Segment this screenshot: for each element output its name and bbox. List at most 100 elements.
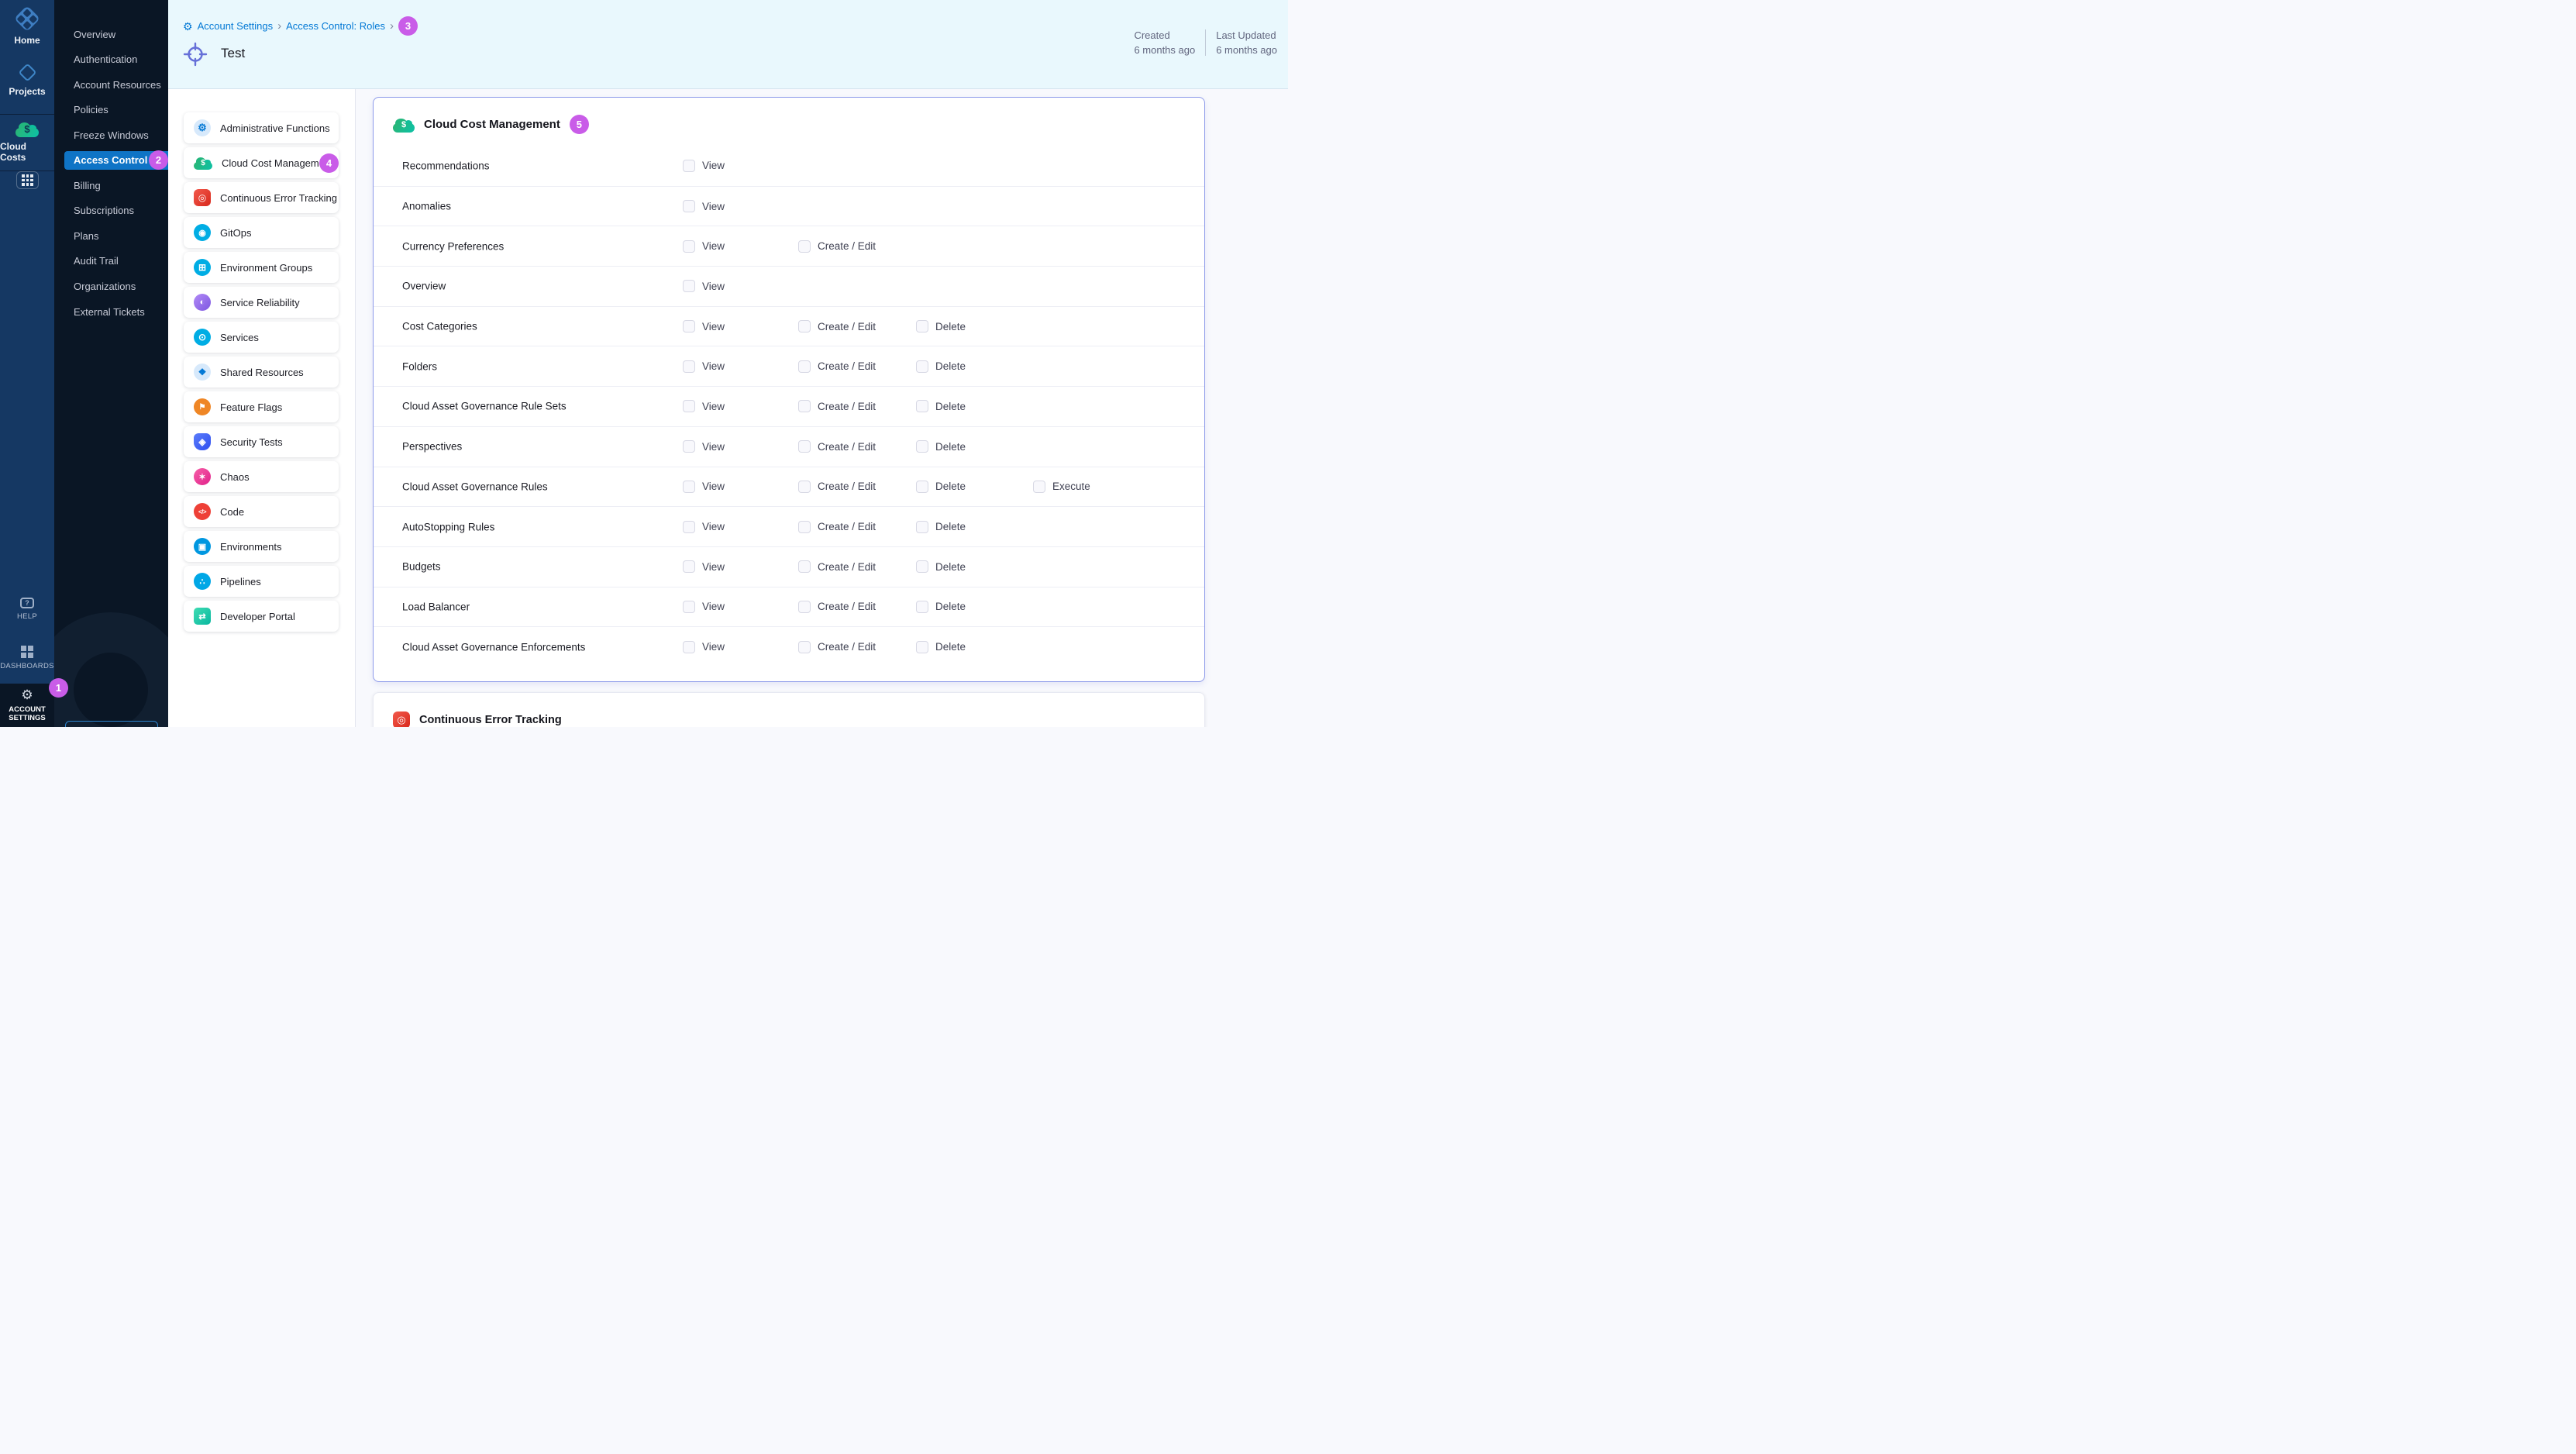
checkbox-icon[interactable]	[1033, 481, 1045, 493]
account-settings-section[interactable]: ⚙ ACCOUNT SETTINGS	[0, 684, 54, 727]
module-card-gitops[interactable]: ◉GitOps	[184, 217, 339, 248]
overview-view-checkbox[interactable]: View	[683, 280, 725, 292]
checkbox-icon[interactable]	[916, 360, 928, 373]
sidebar-item-policies[interactable]: Policies	[64, 101, 168, 119]
folders-create-edit-checkbox[interactable]: Create / Edit	[798, 360, 876, 373]
module-card-code[interactable]: </>Code	[184, 496, 339, 527]
cloud-asset-governance-rules-view-checkbox[interactable]: View	[683, 481, 725, 493]
cloud-asset-governance-rules-create-edit-checkbox[interactable]: Create / Edit	[798, 481, 876, 493]
cost-categories-create-edit-checkbox[interactable]: Create / Edit	[798, 320, 876, 332]
checkbox-icon[interactable]	[798, 521, 811, 533]
rail-item-cloud-costs[interactable]: $ Cloud Costs	[0, 121, 54, 163]
cloud-asset-governance-rule-sets-view-checkbox[interactable]: View	[683, 400, 725, 412]
perspectives-delete-checkbox[interactable]: Delete	[916, 440, 966, 453]
autostopping-rules-delete-checkbox[interactable]: Delete	[916, 521, 966, 533]
checkbox-icon[interactable]	[683, 481, 695, 493]
cost-categories-delete-checkbox[interactable]: Delete	[916, 320, 966, 332]
checkbox-icon[interactable]	[798, 400, 811, 412]
checkbox-icon[interactable]	[683, 360, 695, 373]
checkbox-icon[interactable]	[798, 440, 811, 453]
cloud-asset-governance-rules-execute-checkbox[interactable]: Execute	[1033, 481, 1090, 493]
anomalies-view-checkbox[interactable]: View	[683, 200, 725, 212]
recommendations-view-checkbox[interactable]: View	[683, 160, 725, 172]
sidebar-item-organizations[interactable]: Organizations	[64, 277, 168, 296]
module-card-shared-resources[interactable]: ❖Shared Resources	[184, 357, 339, 388]
checkbox-icon[interactable]	[683, 320, 695, 332]
currency-preferences-view-checkbox[interactable]: View	[683, 240, 725, 253]
currency-preferences-create-edit-checkbox[interactable]: Create / Edit	[798, 240, 876, 253]
checkbox-icon[interactable]	[916, 400, 928, 412]
cloud-asset-governance-enforcements-create-edit-checkbox[interactable]: Create / Edit	[798, 641, 876, 653]
sidebar-item-plans[interactable]: Plans	[64, 227, 168, 246]
module-card-administrative-functions[interactable]: ⚙Administrative Functions	[184, 112, 339, 143]
checkbox-icon[interactable]	[683, 521, 695, 533]
checkbox-icon[interactable]	[798, 481, 811, 493]
module-card-service-reliability[interactable]: ◐Service Reliability	[184, 287, 339, 318]
perspectives-view-checkbox[interactable]: View	[683, 440, 725, 453]
checkbox-icon[interactable]	[683, 601, 695, 613]
sidebar-item-authentication[interactable]: Authentication	[64, 50, 168, 69]
module-card-continuous-error-tracking[interactable]: ◎Continuous Error Tracking	[184, 182, 339, 213]
checkbox-icon[interactable]	[798, 560, 811, 573]
budgets-delete-checkbox[interactable]: Delete	[916, 560, 966, 573]
rail-item-home[interactable]: Home	[0, 6, 54, 46]
checkbox-icon[interactable]	[683, 280, 695, 292]
budgets-create-edit-checkbox[interactable]: Create / Edit	[798, 560, 876, 573]
rail-item-help[interactable]: ? HELP	[0, 598, 54, 621]
checkbox-icon[interactable]	[916, 601, 928, 613]
cloud-asset-governance-rule-sets-create-edit-checkbox[interactable]: Create / Edit	[798, 400, 876, 412]
sidebar-item-billing[interactable]: Billing	[64, 177, 168, 195]
cloud-asset-governance-enforcements-view-checkbox[interactable]: View	[683, 641, 725, 653]
perspectives-create-edit-checkbox[interactable]: Create / Edit	[798, 440, 876, 453]
checkbox-icon[interactable]	[916, 481, 928, 493]
checkbox-icon[interactable]	[916, 560, 928, 573]
module-picker-button[interactable]	[16, 171, 39, 189]
cloud-asset-governance-rules-delete-checkbox[interactable]: Delete	[916, 481, 966, 493]
module-card-feature-flags[interactable]: ⚑Feature Flags	[184, 391, 339, 422]
checkbox-icon[interactable]	[683, 440, 695, 453]
sidebar-item-freeze-windows[interactable]: Freeze Windows	[64, 126, 168, 145]
folders-view-checkbox[interactable]: View	[683, 360, 725, 373]
sidebar-item-overview[interactable]: Overview	[64, 26, 168, 44]
budgets-view-checkbox[interactable]: View	[683, 560, 725, 573]
checkbox-icon[interactable]	[683, 560, 695, 573]
module-card-environment-groups[interactable]: ⊞Environment Groups	[184, 252, 339, 283]
checkbox-icon[interactable]	[798, 360, 811, 373]
autostopping-rules-create-edit-checkbox[interactable]: Create / Edit	[798, 521, 876, 533]
module-card-chaos[interactable]: ✶Chaos	[184, 461, 339, 492]
rail-item-projects[interactable]: Projects	[0, 62, 54, 97]
module-card-security-tests[interactable]: ◈Security Tests	[184, 426, 339, 457]
checkbox-icon[interactable]	[683, 400, 695, 412]
sidebar-item-account-resources[interactable]: Account Resources	[64, 76, 168, 95]
checkbox-icon[interactable]	[683, 200, 695, 212]
checkbox-icon[interactable]	[683, 240, 695, 253]
autostopping-rules-view-checkbox[interactable]: View	[683, 521, 725, 533]
cloud-asset-governance-rule-sets-delete-checkbox[interactable]: Delete	[916, 400, 966, 412]
checkbox-icon[interactable]	[916, 641, 928, 653]
sidebar-item-audit-trail[interactable]: Audit Trail	[64, 252, 168, 270]
checkbox-icon[interactable]	[798, 641, 811, 653]
module-card-environments[interactable]: ▣Environments	[184, 531, 339, 562]
checkbox-icon[interactable]	[798, 240, 811, 253]
cloud-asset-governance-enforcements-delete-checkbox[interactable]: Delete	[916, 641, 966, 653]
cost-categories-view-checkbox[interactable]: View	[683, 320, 725, 332]
module-card-pipelines[interactable]: ∴Pipelines	[184, 566, 339, 597]
module-card-developer-portal[interactable]: ⇄Developer Portal	[184, 601, 339, 632]
checkbox-icon[interactable]	[916, 521, 928, 533]
sidebar-item-subscriptions[interactable]: Subscriptions	[64, 202, 168, 220]
checkbox-icon[interactable]	[916, 320, 928, 332]
sidebar-item-external-tickets[interactable]: External Tickets	[64, 303, 168, 322]
load-balancer-view-checkbox[interactable]: View	[683, 601, 725, 613]
checkbox-icon[interactable]	[683, 641, 695, 653]
module-card-services[interactable]: ⊙Services	[184, 322, 339, 353]
sidebar-bottom-button[interactable]	[65, 721, 158, 727]
checkbox-icon[interactable]	[798, 601, 811, 613]
load-balancer-delete-checkbox[interactable]: Delete	[916, 601, 966, 613]
breadcrumb-account-settings[interactable]: Account Settings	[198, 20, 274, 32]
folders-delete-checkbox[interactable]: Delete	[916, 360, 966, 373]
sidebar-item-access-control[interactable]: Access Control2	[64, 151, 168, 170]
checkbox-icon[interactable]	[916, 440, 928, 453]
rail-item-dashboards[interactable]: DASHBOARDS	[0, 646, 54, 670]
load-balancer-create-edit-checkbox[interactable]: Create / Edit	[798, 601, 876, 613]
checkbox-icon[interactable]	[798, 320, 811, 332]
